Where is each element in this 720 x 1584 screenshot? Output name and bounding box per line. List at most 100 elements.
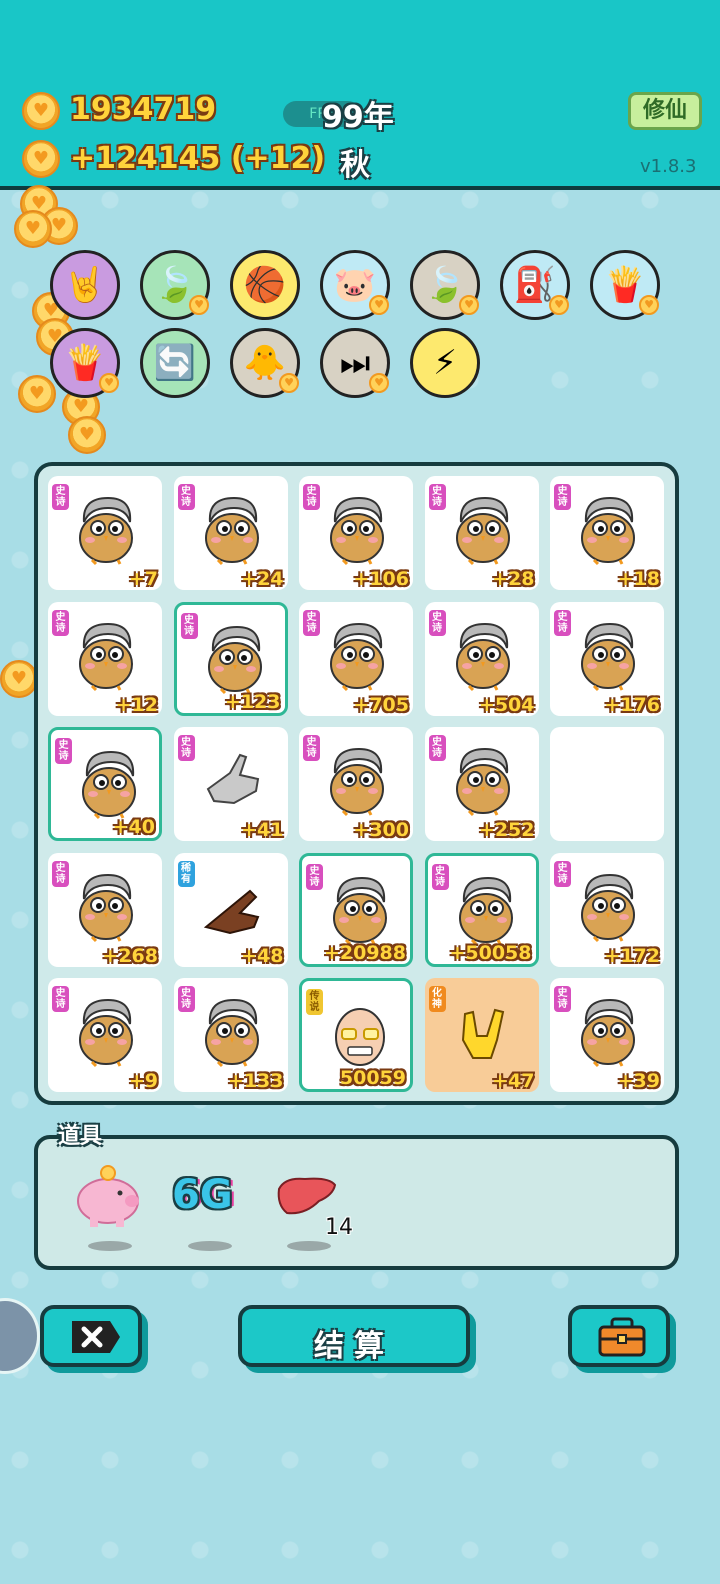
grid-cell[interactable]: 史诗 +252 bbox=[424, 727, 539, 841]
rarity-tag: 史诗 bbox=[177, 986, 195, 1012]
grid-cell[interactable]: 史诗 +504 bbox=[424, 601, 539, 716]
grid-cell[interactable]: 史诗 +18 bbox=[550, 476, 664, 590]
coin-icon bbox=[18, 375, 56, 413]
chick-grandpa-icon bbox=[74, 996, 138, 1068]
chick-grandpa-icon bbox=[576, 494, 640, 566]
grid-cell[interactable]: 史诗 +24 bbox=[173, 476, 288, 590]
heart-badge-icon: ♥ bbox=[639, 295, 659, 315]
cell-value: +9 bbox=[128, 1070, 158, 1092]
heart-badge-icon: ♥ bbox=[99, 373, 119, 393]
skill-piggy-bank-button[interactable]: 🐷 ♥ bbox=[320, 250, 390, 320]
grid-cell[interactable]: 传说 50059 bbox=[299, 978, 413, 1092]
grid-cell[interactable]: 史诗 +268 bbox=[48, 852, 162, 967]
grid-cell[interactable]: 史诗 +300 bbox=[299, 727, 413, 841]
exit-button[interactable] bbox=[40, 1305, 142, 1367]
item-shadow bbox=[287, 1241, 331, 1251]
grid-cell[interactable]: 稀有 +48 bbox=[173, 852, 288, 967]
cell-value: +133 bbox=[227, 1070, 284, 1092]
grid-cell[interactable]: 史诗 +41 bbox=[173, 727, 288, 841]
skill-leaf-button[interactable]: 🍃 ♥ bbox=[410, 250, 480, 320]
rock-hand-icon: 🤘 bbox=[63, 265, 107, 305]
cell-value: +7 bbox=[128, 568, 158, 590]
cell-value: +268 bbox=[102, 944, 158, 967]
skill-fries-button[interactable]: 🍟 ♥ bbox=[50, 328, 120, 398]
item-6g[interactable]: 6G bbox=[172, 1172, 244, 1222]
skill-basketballs-button[interactable]: 🏀 bbox=[230, 250, 300, 320]
top-bar: 1934719 +124145 (+12) FPS 99年 秋 修仙 v1.8.… bbox=[0, 0, 720, 190]
liver-count: 14 bbox=[325, 1215, 353, 1240]
coin-icon bbox=[22, 140, 60, 178]
chick-grandpa-icon bbox=[74, 620, 138, 692]
yellow-hand-icon bbox=[451, 996, 515, 1068]
rarity-tag: 史诗 bbox=[554, 860, 571, 887]
skill-chick-egg-button[interactable]: 🐥 ♥ bbox=[230, 328, 300, 398]
basketballs-icon: 🏀 bbox=[243, 265, 287, 305]
grid-cell[interactable]: 史诗 +106 bbox=[299, 476, 413, 590]
rarity-tag: 史诗 bbox=[303, 484, 320, 510]
year-label: 99年 bbox=[322, 100, 394, 135]
cell-value: +12 bbox=[115, 693, 158, 716]
rarity-tag: 史诗 bbox=[177, 735, 195, 761]
chick-grandpa-icon bbox=[451, 620, 515, 692]
settle-label: 结算 bbox=[314, 1329, 394, 1364]
chick-grandpa-icon bbox=[451, 494, 515, 566]
chick-grandpa-icon bbox=[576, 871, 640, 943]
rarity-tag: 史诗 bbox=[428, 735, 446, 761]
rarity-tag: 史诗 bbox=[428, 609, 446, 636]
grid-cell[interactable]: 化神 +47 bbox=[424, 978, 539, 1092]
grid-cell[interactable]: 史诗 +133 bbox=[173, 978, 288, 1092]
cell-value: +20988 bbox=[323, 941, 406, 964]
grid-cell[interactable]: 史诗 +50058 bbox=[424, 852, 539, 967]
grid-cell[interactable]: 史诗 +9 bbox=[48, 978, 162, 1092]
chick-grandpa-icon bbox=[77, 748, 141, 820]
grid-cell[interactable] bbox=[550, 727, 664, 841]
coin-icon bbox=[14, 210, 52, 248]
coin-icon bbox=[68, 416, 106, 454]
grid-cell[interactable]: 史诗 +705 bbox=[299, 601, 413, 716]
skill-leaf-button[interactable]: 🍃 ♥ bbox=[140, 250, 210, 320]
bag-button[interactable] bbox=[568, 1305, 670, 1367]
item-shadow bbox=[88, 1241, 132, 1251]
cell-value: +39 bbox=[617, 1070, 660, 1092]
cell-value: +50058 bbox=[449, 941, 532, 964]
rarity-tag: 史诗 bbox=[303, 609, 320, 636]
rarity-tag: 传说 bbox=[306, 989, 323, 1015]
skill-air-pump-button[interactable]: ⛽ ♥ bbox=[500, 250, 570, 320]
skill-refresh-button[interactable]: 🔄 bbox=[140, 328, 210, 398]
grid-cell[interactable]: 史诗 +40 bbox=[48, 727, 162, 841]
briefcase-icon bbox=[598, 1317, 646, 1357]
chick-grandpa-icon bbox=[325, 494, 389, 566]
skill-rock-hand-button[interactable]: 🤘 bbox=[50, 250, 120, 320]
skill-lightning-button[interactable]: ⚡ bbox=[410, 328, 480, 398]
grid-cell[interactable]: 史诗 +20988 bbox=[299, 852, 413, 967]
skill-skip-button[interactable]: ⏭ ♥ bbox=[320, 328, 390, 398]
cell-value: +300 bbox=[353, 819, 409, 841]
items-title: 道具 bbox=[58, 1124, 103, 1149]
grid-cell[interactable]: 史诗 +123 bbox=[173, 601, 288, 716]
grid-cell[interactable]: 史诗 +172 bbox=[550, 852, 664, 967]
grid-cell[interactable]: 史诗 +12 bbox=[48, 601, 162, 716]
rarity-tag: 史诗 bbox=[52, 484, 69, 510]
rarity-tag: 史诗 bbox=[303, 735, 320, 761]
rarity-tag: 史诗 bbox=[55, 738, 72, 764]
skill-fries-button[interactable]: 🍟 ♥ bbox=[590, 250, 660, 320]
rarity-tag: 稀有 bbox=[177, 860, 195, 887]
grid-cell[interactable]: 史诗 +28 bbox=[424, 476, 539, 590]
item-liver[interactable]: 14 bbox=[275, 1175, 353, 1245]
item-piggy-bank[interactable] bbox=[72, 1165, 144, 1235]
cultivation-button[interactable]: 修仙 bbox=[628, 92, 702, 130]
rarity-tag: 史诗 bbox=[52, 609, 69, 636]
grid-cell[interactable]: 史诗 +176 bbox=[550, 601, 664, 716]
rarity-tag: 史诗 bbox=[554, 609, 571, 636]
cell-value: +252 bbox=[478, 819, 535, 841]
heart-badge-icon: ♥ bbox=[459, 295, 479, 315]
grid-cell[interactable]: 史诗 +7 bbox=[48, 476, 162, 590]
cell-value: +28 bbox=[492, 568, 535, 590]
coin-total: 1934719 bbox=[70, 92, 217, 127]
chick-grandpa-icon bbox=[576, 996, 640, 1068]
cell-value: 50059 bbox=[339, 1067, 406, 1089]
cell-value: +176 bbox=[604, 693, 660, 716]
settle-button[interactable]: 结算 bbox=[238, 1305, 470, 1367]
grid-cell[interactable]: 史诗 +39 bbox=[550, 978, 664, 1092]
refresh-icon: 🔄 bbox=[153, 343, 197, 383]
